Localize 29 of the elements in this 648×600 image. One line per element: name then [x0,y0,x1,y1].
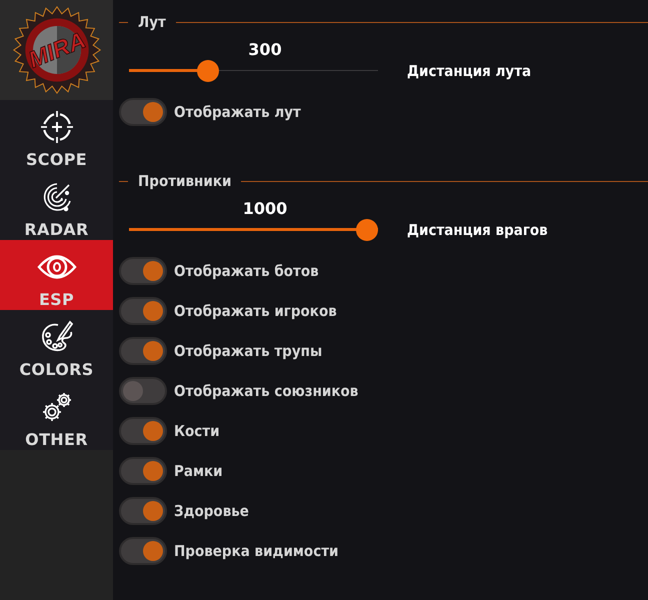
toggle-label: Отображать союзников [174,382,358,400]
crosshair-icon [40,110,74,144]
toggle-label: Кости [174,422,220,440]
toggle-label: Отображать игроков [174,302,337,320]
toggle-switch[interactable] [119,417,167,445]
section-title: Лут [137,13,167,31]
toggle-switch[interactable] [119,457,167,485]
toggle-switch[interactable] [119,297,167,325]
toggle-label: Отображать ботов [174,262,319,280]
toggle-label: Отображать трупы [174,342,322,360]
toggle-switch[interactable] [119,257,167,285]
toggle-switch[interactable] [119,377,167,405]
slider-value: 300 [247,40,283,60]
toggle-switch[interactable] [119,537,167,565]
slider-value: 1000 [242,199,288,219]
section-title: Противники [137,172,232,190]
palette-icon [40,320,74,354]
slider-label: Дистанция врагов [407,221,548,239]
slider-thumb[interactable] [197,60,220,82]
toggle-label: Отображать лут [174,103,301,121]
toggle-label: Здоровье [174,502,249,520]
toggle-label: Проверка видимости [174,542,338,560]
toggle-label: Рамки [174,462,223,480]
toggle-switch[interactable] [119,337,167,365]
sidebar-tab[interactable]: ESP [0,240,113,310]
toggle-switch[interactable] [119,98,167,126]
slider-label: Дистанция лута [407,62,532,80]
toggle-switch[interactable] [119,497,167,525]
slider-thumb[interactable] [356,219,378,241]
